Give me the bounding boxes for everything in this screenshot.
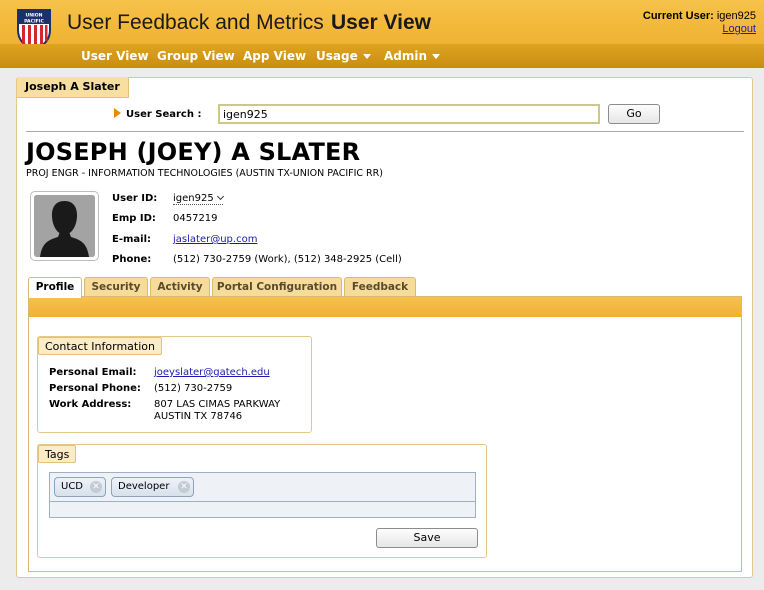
nav-usage-menu[interactable]: Usage [316,49,371,63]
app-title: User Feedback and Metrics [67,11,324,34]
user-search-input[interactable] [218,104,600,124]
nav-admin-menu[interactable]: Admin [384,49,441,63]
current-user-label: Current User: [642,10,714,22]
email-label: E-mail: [112,234,152,245]
save-button[interactable]: Save [376,528,478,548]
work-address-line2: AUSTIN TX 78746 [154,411,243,422]
tab-profile[interactable]: Profile [28,277,82,298]
tab-content-header-bar [29,297,741,317]
user-id-label: User ID: [112,193,158,204]
current-user-block: Current User: igen925 Logout [643,10,756,36]
personal-email-link[interactable]: joeyslater@gatech.edu [154,367,270,378]
personal-phone-label: Personal Phone: [49,383,141,394]
close-icon[interactable]: ✕ [90,481,102,493]
chevron-down-icon [216,192,224,201]
tab-security[interactable]: Security [84,277,148,297]
arrow-right-icon [114,108,121,118]
tag-label: UCD [61,481,84,492]
svg-text:PACIFIC: PACIFIC [24,19,44,25]
logout-link[interactable]: Logout [722,23,756,35]
emp-id-value: 0457219 [173,213,218,224]
person-title: PROJ ENGR - INFORMATION TECHNOLOGIES (AU… [26,168,383,179]
tag-chip-ucd: UCD ✕ [54,477,106,497]
current-user-value: igen925 [716,10,756,22]
tab-feedback[interactable]: Feedback [344,277,416,297]
email-link[interactable]: jaslater@up.com [173,234,257,245]
person-silhouette-icon [34,195,95,257]
nav-app-view[interactable]: App View [243,49,306,63]
work-address-label: Work Address: [49,399,132,410]
svg-text:UNION: UNION [25,13,42,19]
phone-value: (512) 730-2759 (Work), (512) 348-2925 (C… [173,254,402,265]
contact-information-title: Contact Information [38,337,162,355]
emp-id-label: Emp ID: [112,213,156,224]
main-navbar: User View Group View App View Usage Admi… [0,44,764,68]
nav-usage-label: Usage [316,49,358,63]
tab-portal-configuration[interactable]: Portal Configuration [212,277,342,297]
avatar [30,191,99,261]
user-search-label-text: User Search : [126,109,202,120]
chevron-down-icon [362,54,371,59]
phone-label: Phone: [112,254,152,265]
nav-user-view[interactable]: User View [81,49,149,63]
tags-title: Tags [38,445,77,463]
nav-app-view-label: App View [243,49,307,63]
divider [26,131,744,132]
chevron-down-icon [432,54,441,59]
nav-group-view-label: Group View [157,49,235,63]
person-name: JOSEPH (JOEY) A SLATER [26,138,361,166]
work-address-line1: 807 LAS CIMAS PARKWAY [154,399,281,410]
personal-email-label: Personal Email: [49,367,137,378]
user-id-dropdown[interactable]: igen925 [173,192,224,205]
panel-title: Joseph A Slater [17,77,129,98]
go-button[interactable]: Go [608,104,660,124]
close-icon[interactable]: ✕ [178,481,190,493]
user-id-value: igen925 [173,193,214,204]
nav-group-view[interactable]: Group View [157,49,235,63]
nav-admin-label: Admin [384,49,428,63]
tag-chip-developer: Developer ✕ [111,477,194,497]
view-title: User View [331,11,432,34]
tab-activity[interactable]: Activity [150,277,210,297]
top-banner: UNION PACIFIC User Feedback and Metrics … [0,0,764,50]
tags-input[interactable]: UCD ✕ Developer ✕ [49,472,476,518]
tag-label: Developer [118,481,170,492]
nav-user-view-label: User View [81,49,149,63]
divider [50,501,475,502]
user-search-label: User Search : [114,108,201,120]
personal-phone-value: (512) 730-2759 [154,383,233,394]
